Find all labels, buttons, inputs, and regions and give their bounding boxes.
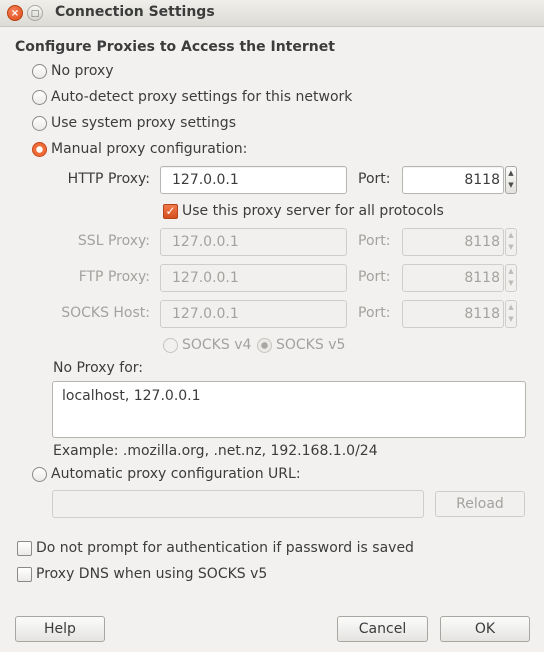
socks-v5-label[interactable]: SOCKS v5	[276, 337, 345, 353]
close-icon[interactable]: ×	[7, 5, 23, 21]
socks-v4-label[interactable]: SOCKS v4	[182, 337, 251, 353]
title-bar: × □ Connection Settings	[0, 0, 544, 27]
socks-v5-radio[interactable]	[257, 338, 272, 353]
ftp-proxy-input[interactable]: 127.0.0.1	[160, 264, 347, 292]
http-port-input[interactable]: 8118	[402, 166, 504, 194]
use-for-all-label[interactable]: Use this proxy server for all protocols	[182, 203, 444, 219]
no-auth-prompt-label[interactable]: Do not prompt for authentication if pass…	[36, 540, 414, 556]
socks-port-label: Port:	[358, 305, 391, 321]
auto-url-input[interactable]	[52, 490, 424, 518]
ftp-port-stepper[interactable]: ▲ ▼	[505, 264, 517, 292]
no-auth-prompt-checkbox[interactable]	[17, 541, 32, 556]
auto-detect-label[interactable]: Auto-detect proxy settings for this netw…	[51, 89, 352, 105]
spin-down-icon[interactable]: ▼	[506, 313, 516, 325]
manual-proxy-label[interactable]: Manual proxy configuration:	[51, 141, 247, 157]
ssl-proxy-label: SSL Proxy:	[77, 233, 150, 249]
ftp-port-label: Port:	[358, 269, 391, 285]
window-title: Connection Settings	[55, 4, 215, 20]
help-button[interactable]: Help	[15, 616, 105, 642]
socks-port-input[interactable]: 8118	[402, 300, 504, 328]
auto-url-radio[interactable]	[32, 467, 47, 482]
proxy-dns-label[interactable]: Proxy DNS when using SOCKS v5	[36, 566, 267, 582]
http-proxy-input[interactable]: 127.0.0.1	[160, 166, 347, 194]
http-port-stepper[interactable]: ▲ ▼	[505, 166, 517, 194]
http-port-label: Port:	[358, 171, 391, 187]
ssl-port-input[interactable]: 8118	[402, 228, 504, 256]
socks-host-input[interactable]: 127.0.0.1	[160, 300, 347, 328]
section-heading: Configure Proxies to Access the Internet	[15, 39, 335, 55]
spin-up-icon[interactable]: ▲	[506, 301, 516, 313]
ssl-port-label: Port:	[358, 233, 391, 249]
spin-up-icon[interactable]: ▲	[506, 229, 516, 241]
no-proxy-example: Example: .mozilla.org, .net.nz, 192.168.…	[53, 443, 378, 459]
reload-button[interactable]: Reload	[435, 491, 525, 517]
ssl-proxy-input[interactable]: 127.0.0.1	[160, 228, 347, 256]
spin-down-icon[interactable]: ▼	[506, 241, 516, 253]
maximize-icon[interactable]: □	[27, 5, 43, 21]
proxy-dns-checkbox[interactable]	[17, 567, 32, 582]
cancel-button[interactable]: Cancel	[337, 616, 428, 642]
socks-host-label: SOCKS Host:	[61, 305, 150, 321]
spin-up-icon[interactable]: ▲	[506, 265, 516, 277]
spin-down-icon[interactable]: ▼	[506, 277, 516, 289]
use-for-all-checkbox[interactable]: ✓	[163, 204, 178, 219]
no-proxy-label[interactable]: No proxy	[51, 63, 114, 79]
auto-detect-radio[interactable]	[32, 90, 47, 105]
system-proxy-label[interactable]: Use system proxy settings	[51, 115, 236, 131]
ftp-port-input[interactable]: 8118	[402, 264, 504, 292]
http-proxy-label: HTTP Proxy:	[67, 171, 150, 187]
no-proxy-for-textarea[interactable]: localhost, 127.0.0.1	[52, 381, 526, 438]
manual-proxy-radio[interactable]	[32, 142, 47, 157]
ok-button[interactable]: OK	[440, 616, 530, 642]
ftp-proxy-label: FTP Proxy:	[78, 269, 150, 285]
no-proxy-radio[interactable]	[32, 64, 47, 79]
spin-up-icon[interactable]: ▲	[506, 167, 516, 179]
socks-port-stepper[interactable]: ▲ ▼	[505, 300, 517, 328]
no-proxy-for-label: No Proxy for:	[53, 360, 144, 376]
spin-down-icon[interactable]: ▼	[506, 179, 516, 191]
auto-url-label[interactable]: Automatic proxy configuration URL:	[51, 466, 301, 482]
system-proxy-radio[interactable]	[32, 116, 47, 131]
ssl-port-stepper[interactable]: ▲ ▼	[505, 228, 517, 256]
socks-v4-radio[interactable]	[163, 338, 178, 353]
